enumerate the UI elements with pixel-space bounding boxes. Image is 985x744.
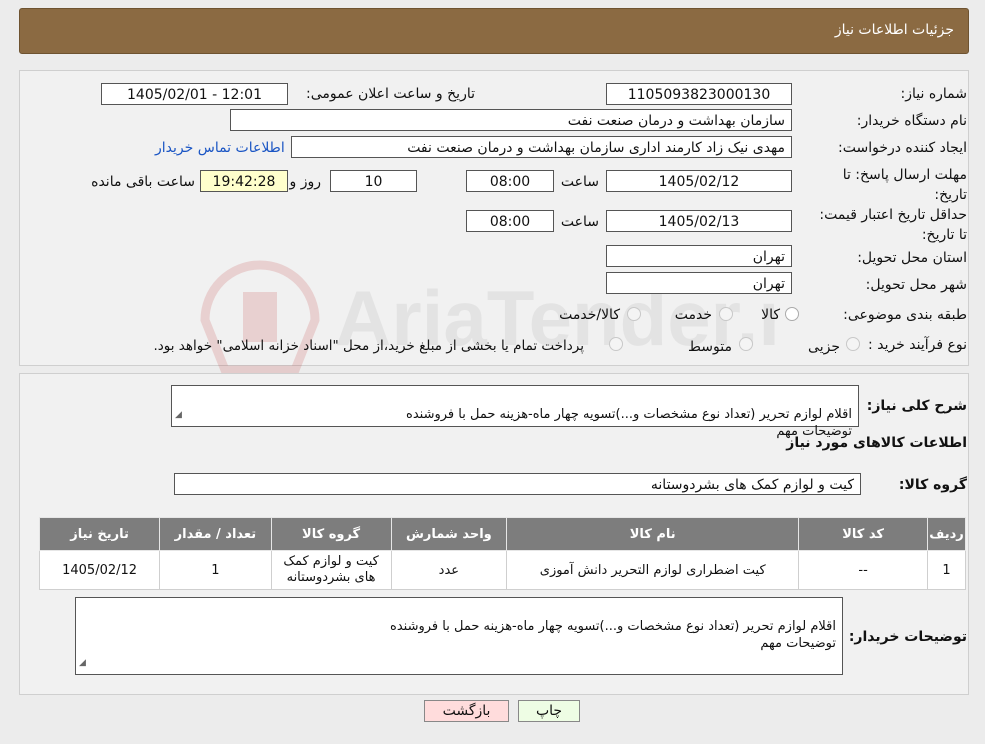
- category-option-service: خدمت: [674, 307, 712, 323]
- city-label: شهر محل تحویل:: [865, 277, 967, 293]
- col-date: تاریخ نیاز: [38, 517, 161, 551]
- cell-group: کیت و لوازم کمک های بشردوستانه: [270, 550, 392, 590]
- category-radio-goods-service[interactable]: [627, 307, 641, 321]
- cell-unit: عدد: [390, 550, 508, 590]
- category-option-goods-service: کالا/خدمت: [559, 307, 620, 323]
- back-button[interactable]: بازگشت: [424, 700, 509, 722]
- col-row: ردیف: [927, 517, 966, 551]
- page-header: جزئیات اطلاعات نیاز: [19, 8, 969, 54]
- print-button[interactable]: چاپ: [518, 700, 580, 722]
- goods-section-title: اطلاعات کالاهای مورد نیاز: [786, 435, 967, 451]
- days-field: 10: [330, 170, 417, 192]
- goods-group-label: گروه کالا:: [898, 477, 967, 493]
- col-group: گروه کالا: [270, 517, 392, 551]
- need-number-label: شماره نیاز:: [900, 86, 968, 102]
- resize-grip-icon[interactable]: ◢: [175, 407, 182, 424]
- category-option-goods: کالا: [761, 307, 780, 323]
- process-radio-minor[interactable]: [846, 337, 860, 351]
- reply-time-field: 08:00: [466, 170, 554, 192]
- reply-time-label: ساعت: [560, 174, 599, 190]
- price-date-field: 1405/02/13: [606, 210, 792, 232]
- remaining-time-field: 19:42:28: [200, 170, 288, 192]
- cell-name: کیت اضطراری لوازم التحریر دانش آموزی: [506, 550, 800, 590]
- buyer-org-label: نام دستگاه خریدار:: [856, 113, 967, 129]
- buyer-org-field: سازمان بهداشت و درمان صنعت نفت: [230, 109, 792, 131]
- announce-label: تاریخ و ساعت اعلان عمومی:: [306, 86, 475, 102]
- buyer-notes-label: توضیحات خریدار:: [848, 629, 967, 645]
- table-row: 1 -- کیت اضطراری لوازم التحریر دانش آموز…: [38, 550, 966, 590]
- buyer-notes-textarea[interactable]: اقلام لوازم تحریر (تعداد نوع مشخصات و...…: [75, 597, 843, 675]
- cell-qty: 1: [159, 550, 272, 590]
- cell-code: --: [798, 550, 929, 590]
- creator-field: مهدی نیک زاد کارمند اداری سازمان بهداشت …: [291, 136, 792, 158]
- buyer-contact-link[interactable]: اطلاعات تماس خریدار: [155, 140, 285, 156]
- goods-table-wrap: ردیف کد کالا نام کالا واحد شمارش گروه کا…: [38, 517, 966, 590]
- days-label: روز و: [289, 174, 322, 190]
- city-field: تهران: [606, 272, 792, 294]
- col-unit: واحد شمارش: [390, 517, 508, 551]
- process-radio-medium[interactable]: [739, 337, 753, 351]
- process-radio-treasury[interactable]: [609, 337, 623, 351]
- summary-label: شرح کلی نیاز:: [866, 398, 967, 414]
- page-title: جزئیات اطلاعات نیاز: [834, 22, 954, 38]
- province-field: تهران: [606, 245, 792, 267]
- category-radio-service[interactable]: [719, 307, 733, 321]
- col-qty: تعداد / مقدار: [159, 517, 272, 551]
- category-radio-goods[interactable]: [785, 307, 799, 321]
- cell-date: 1405/02/12: [38, 550, 161, 590]
- price-validity-label: حداقل تاریخ اعتبار قیمت: تا تاریخ:: [819, 207, 967, 243]
- goods-group-field: کیت و لوازم کمک های بشردوستانه: [174, 473, 861, 495]
- goods-table-header: ردیف کد کالا نام کالا واحد شمارش گروه کا…: [38, 517, 966, 551]
- resize-grip-icon[interactable]: ◢: [79, 655, 86, 672]
- need-number-field: 1105093823000130: [606, 83, 792, 105]
- col-code: کد کالا: [798, 517, 929, 551]
- price-time-field: 08:00: [466, 210, 554, 232]
- category-label: طبقه بندی موضوعی:: [843, 307, 967, 323]
- process-option-minor: جزیی: [808, 339, 840, 355]
- announce-field: 1405/02/01 - 12:01: [101, 83, 288, 105]
- summary-textarea[interactable]: اقلام لوازم تحریر (تعداد نوع مشخصات و...…: [171, 385, 859, 439]
- process-label: نوع فرآیند خرید :: [868, 337, 967, 353]
- province-label: استان محل تحویل:: [857, 250, 967, 266]
- reply-date-field: 1405/02/12: [606, 170, 792, 192]
- reply-deadline-label: مهلت ارسال پاسخ: تا تاریخ:: [842, 167, 967, 203]
- col-name: نام کالا: [506, 517, 800, 551]
- remaining-time-label: ساعت باقی مانده: [91, 174, 195, 190]
- buyer-notes-text: اقلام لوازم تحریر (تعداد نوع مشخصات و...…: [390, 619, 836, 651]
- process-note: پرداخت تمام یا بخشی از مبلغ خرید،از محل …: [153, 338, 584, 354]
- price-time-label: ساعت: [560, 214, 599, 230]
- cell-row: 1: [927, 550, 966, 590]
- creator-label: ایجاد کننده درخواست:: [838, 140, 967, 156]
- goods-table: ردیف کد کالا نام کالا واحد شمارش گروه کا…: [38, 517, 966, 590]
- process-option-medium: متوسط: [688, 339, 732, 355]
